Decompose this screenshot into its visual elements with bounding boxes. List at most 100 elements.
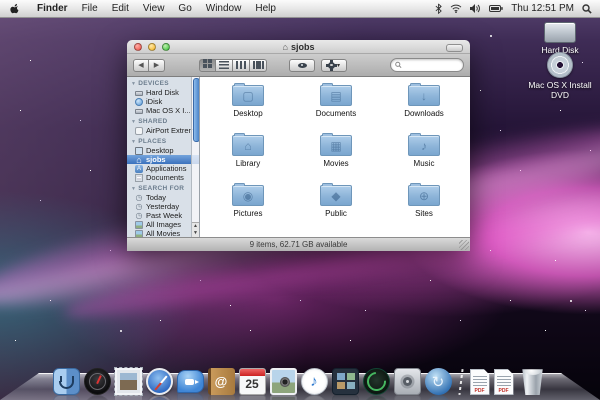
apple-menu[interactable] xyxy=(0,2,30,15)
folder-pictures[interactable]: ◉Pictures xyxy=(204,182,292,232)
disclosure-triangle-icon[interactable]: ▼ xyxy=(131,186,136,192)
menu-edit[interactable]: Edit xyxy=(105,3,136,14)
volume-icon[interactable] xyxy=(470,4,481,13)
sidebar-item-sjobs[interactable]: ⌂sjobs xyxy=(127,155,199,164)
dock-document-stack-1[interactable]: PDF xyxy=(470,369,490,395)
folder-grid: ▢Desktop ▤Documents ↓Downloads ⌂Library … xyxy=(200,77,470,237)
forward-icon: ▶ xyxy=(154,62,159,69)
quick-look-button[interactable] xyxy=(289,59,315,72)
menu-view[interactable]: View xyxy=(136,3,172,14)
dock-system-preferences-icon[interactable] xyxy=(394,368,421,395)
sidebar-item-hard-disk[interactable]: Hard Disk xyxy=(127,88,199,97)
dock-address-book-icon[interactable]: @ xyxy=(208,368,235,395)
dock-trash-icon[interactable] xyxy=(518,367,548,395)
sidebar-section-places[interactable]: ▼PLACES xyxy=(127,137,199,146)
disclosure-triangle-icon[interactable]: ▼ xyxy=(131,139,136,145)
menu-go[interactable]: Go xyxy=(171,3,198,14)
sidebar-item-desktop[interactable]: Desktop xyxy=(127,146,199,155)
sidebar-item-yesterday[interactable]: ◷Yesterday xyxy=(127,202,199,211)
sidebar-item-applications[interactable]: AApplications xyxy=(127,164,199,173)
airport-icon xyxy=(135,127,143,135)
desktop-icon-install-dvd[interactable]: Mac OS X Install DVD xyxy=(524,52,596,100)
folder-label: Pictures xyxy=(234,209,263,218)
dock-ical-icon[interactable]: 25 xyxy=(239,368,266,395)
sidebar-item-past-week[interactable]: ◷Past Week xyxy=(127,211,199,220)
sidebar-item-macosx-dvd[interactable]: Mac OS X I... xyxy=(127,106,199,115)
menu-bar-clock[interactable]: Thu 12:51 PM xyxy=(511,3,574,14)
desktop-glyph: ▢ xyxy=(233,86,263,105)
title-bar[interactable]: ⌂sjobs xyxy=(127,40,470,54)
folder-music[interactable]: ♪Music xyxy=(380,132,468,182)
music-note-glyph: ♪ xyxy=(310,373,318,390)
sidebar-item-all-movies[interactable]: All Movies xyxy=(127,229,199,237)
dock-sync-icon[interactable]: ↻ xyxy=(425,368,452,395)
folder-desktop[interactable]: ▢ Desktop xyxy=(204,82,292,132)
search-input[interactable] xyxy=(402,61,459,70)
apple-icon xyxy=(9,2,20,15)
document-lines xyxy=(497,376,511,388)
battery-icon[interactable] xyxy=(489,5,503,13)
folder-label: Desktop xyxy=(233,109,262,118)
dock-ichat-icon[interactable] xyxy=(177,370,204,393)
sidebar-item-idisk[interactable]: iDisk xyxy=(127,97,199,106)
dock-mail-icon[interactable] xyxy=(115,368,142,395)
forward-button[interactable]: ▶ xyxy=(149,59,165,72)
sidebar-item-airport-extreme[interactable]: AirPort Extreme xyxy=(127,126,199,135)
folder-library[interactable]: ⌂Library xyxy=(204,132,292,182)
folder-icon: ♪ xyxy=(408,135,440,156)
menu-help[interactable]: Help xyxy=(248,3,283,14)
movies-icon xyxy=(135,230,143,238)
back-button[interactable]: ◀ xyxy=(133,59,149,72)
dock-dashboard-icon[interactable] xyxy=(84,368,111,395)
desktop-icon-label: Mac OS X Install DVD xyxy=(524,80,596,100)
movies-glyph: ▦ xyxy=(321,136,351,155)
sidebar-section-search-for[interactable]: ▼SEARCH FOR xyxy=(127,184,199,193)
folder-sites[interactable]: ⊕Sites xyxy=(380,182,468,232)
spotlight-icon[interactable] xyxy=(582,4,592,14)
folder-movies[interactable]: ▦ Movies xyxy=(292,132,380,182)
music-glyph: ♪ xyxy=(409,136,439,155)
dock-safari-icon[interactable] xyxy=(146,368,173,395)
disclosure-triangle-icon[interactable]: ▼ xyxy=(131,81,136,87)
dock-iphoto-icon[interactable] xyxy=(270,368,297,395)
icon-view-button[interactable] xyxy=(199,59,216,72)
desktop-icon-hard-disk[interactable]: Hard Disk xyxy=(524,22,596,55)
at-sign-glyph: @ xyxy=(215,374,228,389)
images-icon xyxy=(135,221,143,229)
sidebar-section-shared[interactable]: ▼SHARED xyxy=(127,117,199,126)
back-icon: ◀ xyxy=(138,62,143,69)
bluetooth-icon[interactable] xyxy=(435,3,442,14)
dock-itunes-icon[interactable]: ♪ xyxy=(301,368,328,395)
sidebar-item-all-images[interactable]: All Images xyxy=(127,220,199,229)
folder-documents[interactable]: ▤Documents xyxy=(292,82,380,132)
folder-icon: ▤ xyxy=(320,85,352,106)
sidebar-scrollbar[interactable]: ▲▼ xyxy=(191,77,199,237)
folder-label: Sites xyxy=(415,209,433,218)
sidebar-section-devices[interactable]: ▼DEVICES xyxy=(127,79,199,88)
menu-file[interactable]: File xyxy=(75,3,105,14)
resize-grip[interactable] xyxy=(459,240,469,250)
disclosure-triangle-icon[interactable]: ▼ xyxy=(131,119,136,125)
column-view-button[interactable] xyxy=(233,59,250,72)
scrollbar-thumb[interactable] xyxy=(193,78,200,142)
toolbar-toggle-button[interactable] xyxy=(446,44,463,52)
documents-glyph: ▤ xyxy=(321,86,351,105)
dock-finder-icon[interactable] xyxy=(53,368,80,395)
action-menu-button[interactable]: ▾ xyxy=(321,59,347,72)
list-view-button[interactable] xyxy=(216,59,233,72)
search-field[interactable] xyxy=(390,58,464,72)
menu-window[interactable]: Window xyxy=(199,3,249,14)
dock-spaces-icon[interactable] xyxy=(332,368,359,395)
wifi-icon[interactable] xyxy=(450,4,462,13)
calendar-header xyxy=(240,369,265,376)
dock-time-machine-icon[interactable] xyxy=(363,368,390,395)
dock-document-stack-2[interactable]: PDF xyxy=(494,369,514,395)
folder-label: Movies xyxy=(323,159,348,168)
sidebar-item-documents[interactable]: Documents xyxy=(127,173,199,182)
scrollbar-steppers[interactable]: ▲▼ xyxy=(192,222,199,237)
coverflow-view-button[interactable] xyxy=(250,59,267,72)
folder-downloads[interactable]: ↓Downloads xyxy=(380,82,468,132)
sidebar-item-today[interactable]: ◷Today xyxy=(127,193,199,202)
folder-public[interactable]: ◆Public xyxy=(292,182,380,232)
menu-finder[interactable]: Finder xyxy=(30,3,75,14)
